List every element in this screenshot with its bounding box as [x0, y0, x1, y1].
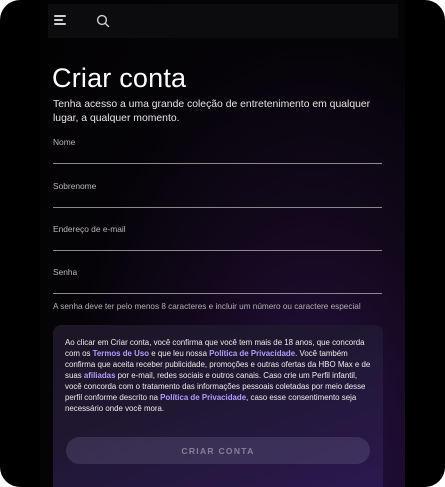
email-field[interactable]: Endereço de e-mail — [53, 224, 382, 251]
hamburger-menu-icon[interactable] — [54, 15, 66, 26]
page-title: Criar conta — [52, 63, 187, 93]
terms-text: Ao clicar em Criar conta, você confirma … — [65, 337, 375, 414]
top-navigation-bar — [48, 4, 398, 38]
password-input[interactable] — [53, 279, 382, 291]
privacy-policy-link-2[interactable]: Política de Privacidade — [160, 393, 246, 402]
last-name-field[interactable]: Sobrenome — [53, 181, 382, 208]
create-account-button[interactable]: CRIAR CONTA — [66, 437, 370, 464]
privacy-policy-link[interactable]: Política de Privacidade — [209, 349, 295, 358]
terms-panel: Ao clicar em Criar conta, você confirma … — [53, 325, 383, 487]
page-subtitle: Tenha acesso a uma grande coleção de ent… — [53, 99, 371, 124]
first-name-field[interactable]: Nome — [53, 137, 382, 164]
device-frame: Criar conta Tenha acesso a uma grande co… — [0, 0, 445, 487]
password-hint: A senha deve ter pelo menos 8 caracteres… — [53, 302, 361, 311]
app-screen: Criar conta Tenha acesso a uma grande co… — [40, 0, 405, 487]
search-icon[interactable] — [96, 14, 110, 28]
password-field[interactable]: Senha — [53, 267, 382, 294]
terms-of-use-link[interactable]: Termos de Uso — [93, 349, 149, 358]
terms-text-part-2: e que leu nossa — [149, 349, 210, 358]
password-label: Senha — [53, 267, 78, 277]
last-name-input[interactable] — [53, 193, 382, 205]
first-name-label: Nome — [53, 137, 76, 147]
email-label: Endereço de e-mail — [53, 224, 126, 234]
email-input[interactable] — [53, 236, 382, 248]
first-name-input[interactable] — [53, 149, 382, 161]
last-name-label: Sobrenome — [53, 181, 97, 191]
affiliates-link[interactable]: afiliadas — [84, 371, 116, 380]
